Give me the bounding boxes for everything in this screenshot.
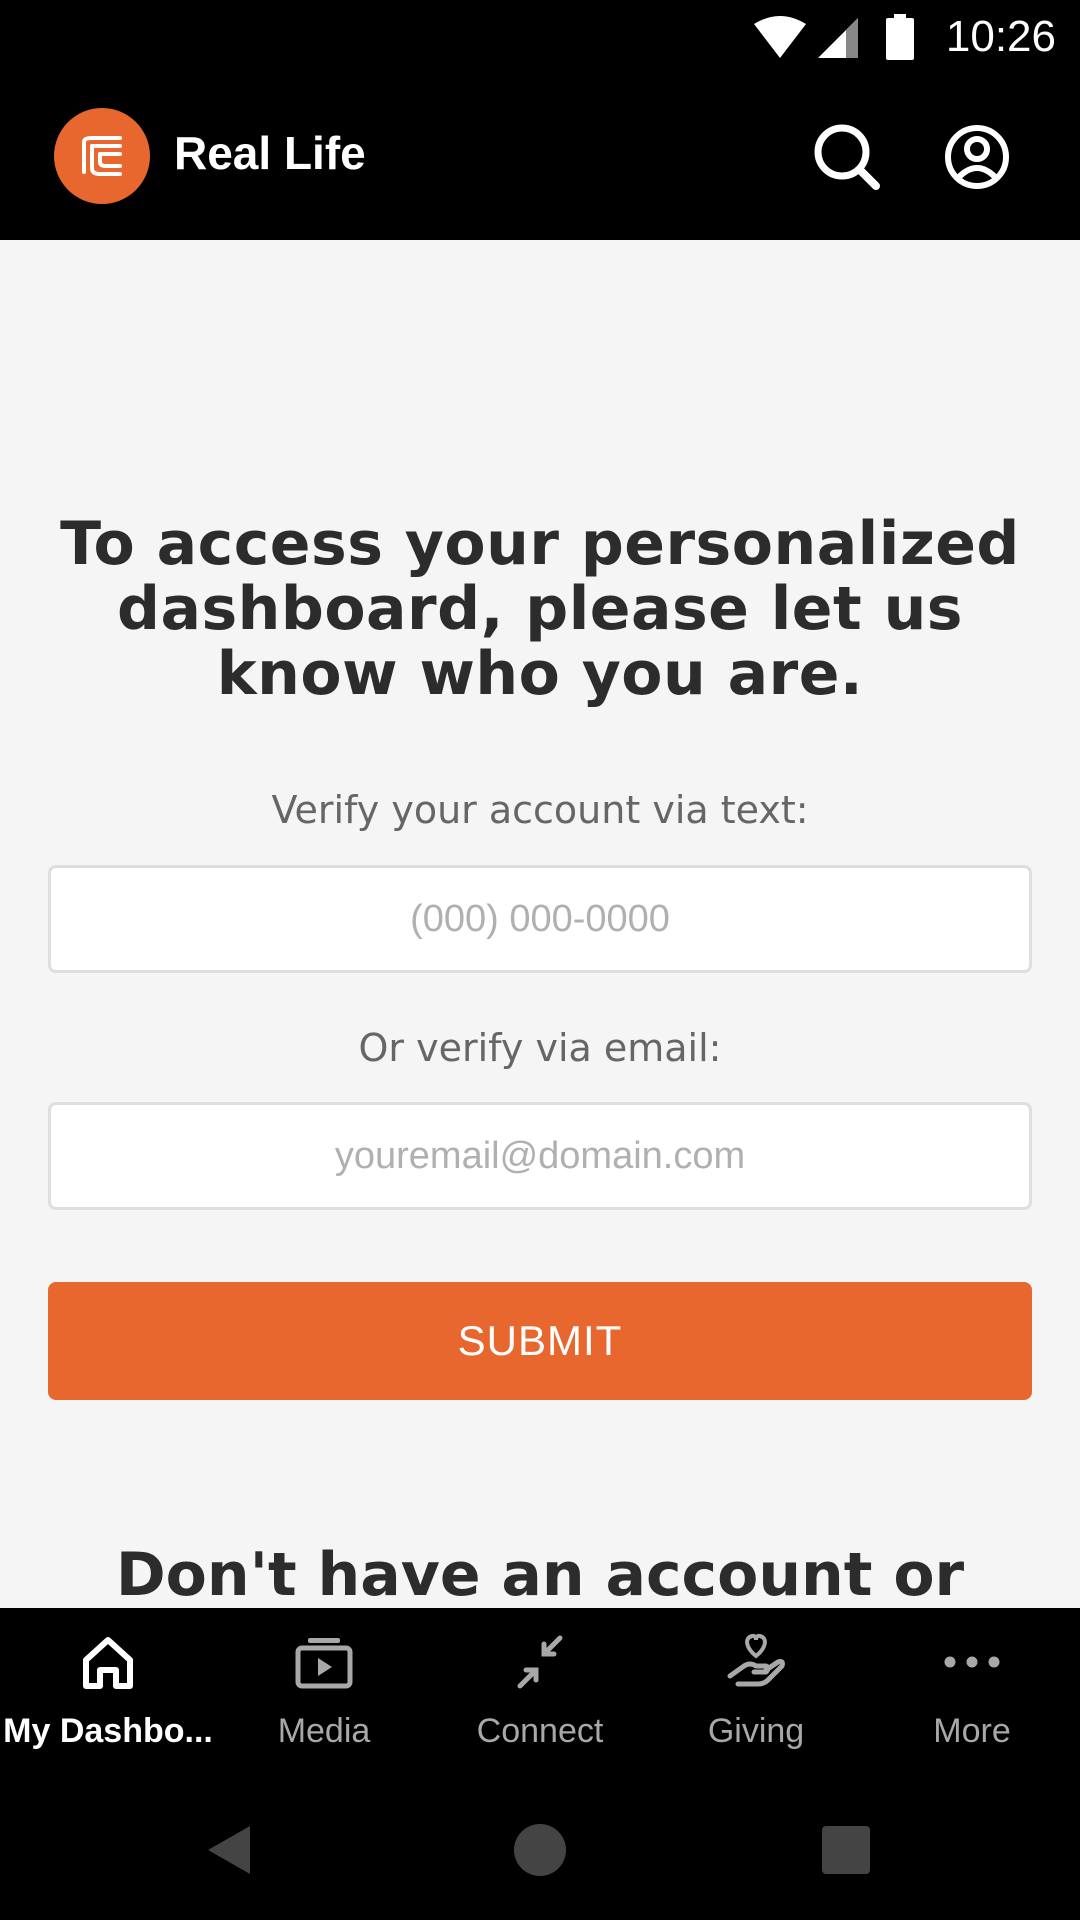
nav-item-my-dashboard[interactable]: My Dashbo... <box>0 1608 216 1778</box>
nav-item-giving[interactable]: Giving <box>648 1608 864 1778</box>
nav-item-media[interactable]: Media <box>216 1608 432 1778</box>
submit-button[interactable]: SUBMIT <box>48 1282 1032 1400</box>
recents-icon[interactable] <box>818 1822 874 1878</box>
system-nav-bar <box>0 1778 1080 1920</box>
real-life-logo[interactable] <box>54 108 150 204</box>
search-button[interactable] <box>812 122 882 192</box>
search-icon <box>814 124 880 190</box>
no-account-heading: Don't have an account or <box>115 1540 965 1608</box>
email-input[interactable] <box>48 1102 1032 1210</box>
app-screen: 10:26 Real Life To access your personali… <box>0 0 1080 1920</box>
nav-label: More <box>933 1712 1011 1750</box>
email-label: Or verify via email: <box>358 1026 722 1070</box>
giving-hand-heart-icon <box>727 1633 785 1687</box>
connect-arrows-icon <box>517 1635 563 1689</box>
more-dots-icon <box>944 1656 1000 1668</box>
nav-label: Connect <box>476 1712 604 1750</box>
status-icons <box>752 14 932 60</box>
app-bar: Real Life <box>0 78 1080 240</box>
app-title: Real Life <box>174 127 366 179</box>
main-content[interactable]: To access your personalized dashboard, p… <box>0 240 1080 1608</box>
phone-label: Verify your account via text: <box>271 788 809 832</box>
battery-icon <box>886 14 914 60</box>
phone-input[interactable] <box>48 865 1032 973</box>
nav-label: Media <box>277 1712 371 1750</box>
nav-item-more[interactable]: More <box>864 1608 1080 1778</box>
status-time: 10:26 <box>945 12 1056 61</box>
back-icon[interactable] <box>202 1822 258 1878</box>
logo-mark-icon <box>82 136 122 176</box>
nav-label: My Dashbo... <box>3 1712 213 1750</box>
home-circle-icon[interactable] <box>512 1822 568 1878</box>
account-button[interactable] <box>942 122 1012 192</box>
status-bar: 10:26 <box>0 0 1080 78</box>
wifi-icon <box>754 16 806 58</box>
nav-label: Giving <box>707 1712 805 1750</box>
cell-signal-icon <box>818 18 858 58</box>
home-icon <box>83 1637 133 1689</box>
media-play-icon <box>295 1638 353 1689</box>
bottom-nav: My Dashbo... Media Connect Giving More <box>0 1608 1080 1778</box>
page-headline: To access your personalized dashboard, p… <box>60 509 1020 709</box>
account-icon <box>945 125 1009 189</box>
nav-item-connect[interactable]: Connect <box>432 1608 648 1778</box>
